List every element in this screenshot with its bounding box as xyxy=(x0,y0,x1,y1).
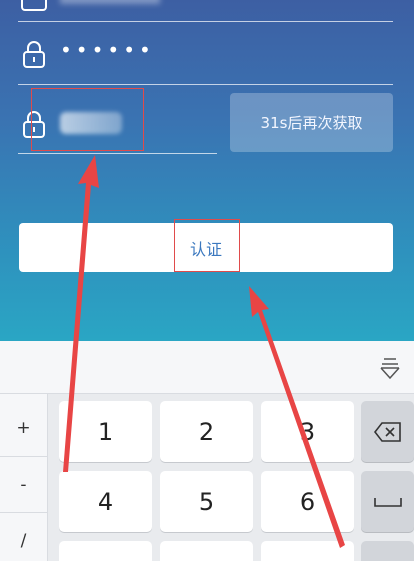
space-key[interactable] xyxy=(361,471,414,532)
password-underline xyxy=(18,84,393,85)
login-form-area: •••••• 31s后再次获取 认证 xyxy=(0,0,414,341)
symbol-column: + - / xyxy=(0,394,48,561)
annotation-box-code xyxy=(31,88,144,151)
plus-key[interactable]: + xyxy=(0,418,47,438)
key-5[interactable]: 5 xyxy=(160,471,253,532)
key-row3-right[interactable] xyxy=(261,541,354,561)
space-icon xyxy=(373,497,402,507)
resend-code-button[interactable]: 31s后再次获取 xyxy=(230,93,393,152)
account-underline xyxy=(18,21,393,22)
key-1[interactable]: 1 xyxy=(59,401,152,462)
key-row3-left[interactable] xyxy=(59,541,152,561)
key-6[interactable]: 6 xyxy=(261,471,354,532)
code-underline xyxy=(18,153,217,154)
screen: •••••• 31s后再次获取 认证 + - / 1 2 3 4 5 6 xyxy=(0,0,414,561)
blurred-account-value xyxy=(60,0,160,4)
keyboard-toolbar xyxy=(0,341,414,394)
symbol-divider xyxy=(0,456,47,457)
backspace-icon xyxy=(373,421,401,442)
key-2[interactable]: 2 xyxy=(160,401,253,462)
minus-key[interactable]: - xyxy=(0,475,47,495)
user-icon xyxy=(21,0,47,11)
key-3[interactable]: 3 xyxy=(261,401,354,462)
key-4[interactable]: 4 xyxy=(59,471,152,532)
symbol-divider xyxy=(0,512,47,513)
slash-key[interactable]: / xyxy=(0,531,47,551)
lock-icon xyxy=(23,41,45,68)
collapse-keyboard-icon[interactable] xyxy=(376,354,404,382)
key-row3-middle[interactable] xyxy=(160,541,253,561)
numeric-keyboard: + - / 1 2 3 4 5 6 xyxy=(0,341,414,561)
backspace-key[interactable] xyxy=(361,401,414,462)
password-input[interactable]: •••••• xyxy=(60,38,155,62)
annotation-box-submit xyxy=(174,219,240,272)
key-row3-function[interactable] xyxy=(361,541,414,561)
